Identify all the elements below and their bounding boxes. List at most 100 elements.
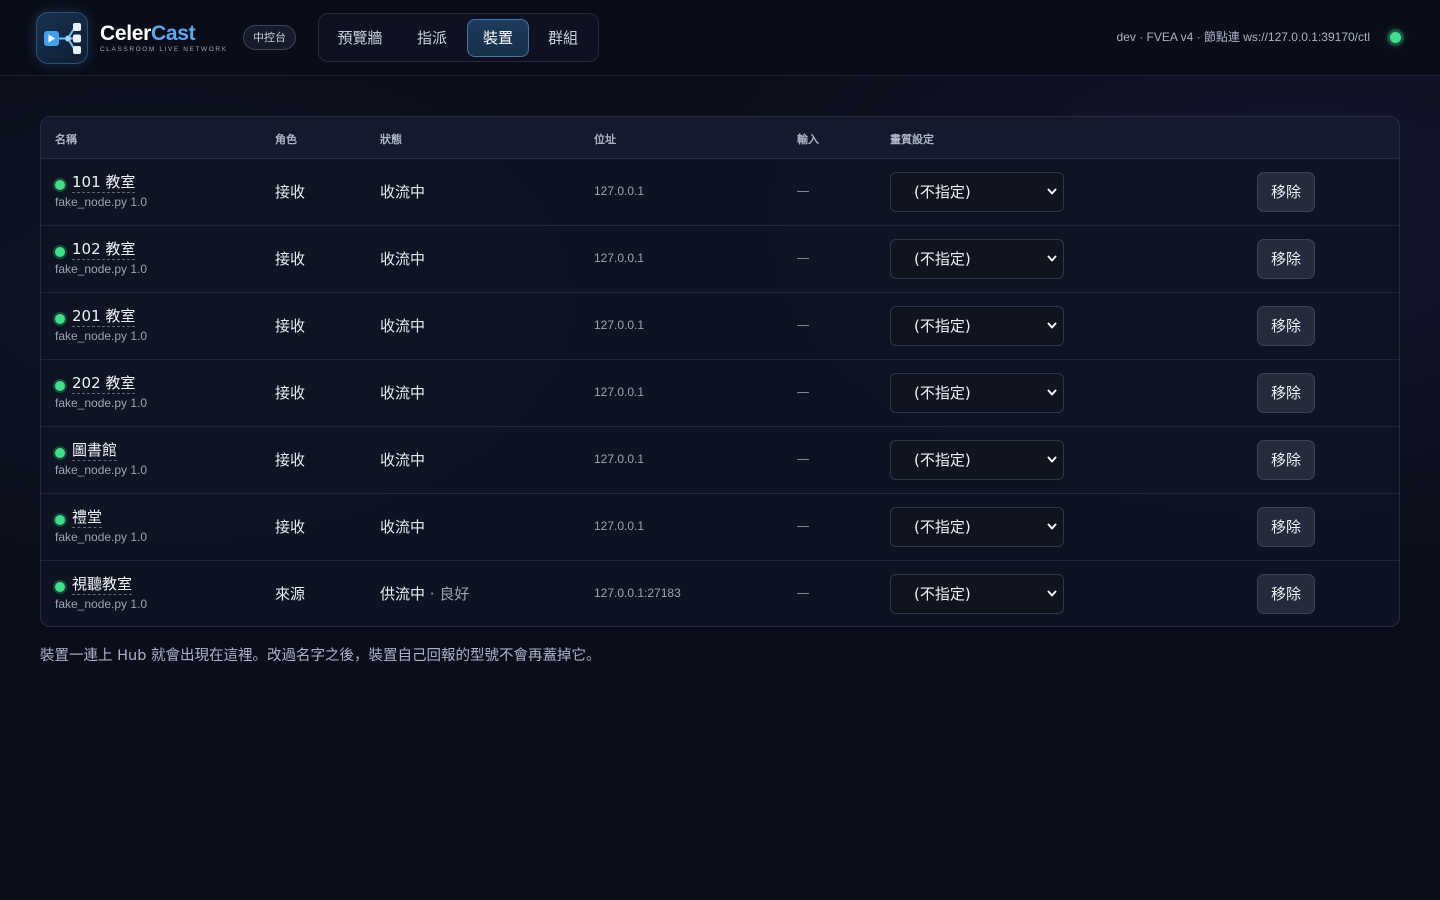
device-role: 來源: [275, 585, 306, 603]
chevron-down-icon: [1047, 374, 1057, 426]
device-status-text: 收流中: [380, 250, 426, 268]
device-name[interactable]: 圖書館: [72, 441, 118, 461]
remove-device-button[interactable]: 移除: [1257, 172, 1315, 212]
devices-table: 名稱 角色 狀態 位址 輸入 畫質設定 101 教室 fake_node.py 1…: [40, 116, 1400, 627]
device-status-text: 收流中: [380, 451, 426, 469]
remove-device-button[interactable]: 移除: [1257, 306, 1315, 346]
device-status: 收流中: [380, 182, 425, 202]
quality-select[interactable]: (不指定): [890, 239, 1064, 279]
quality-select[interactable]: (不指定): [890, 172, 1064, 212]
device-address: 127.0.0.1:27183: [594, 586, 681, 600]
device-input-empty: —: [797, 593, 809, 594]
remove-device-button[interactable]: 移除: [1257, 440, 1315, 480]
column-header-status: 狀態: [380, 133, 402, 146]
quality-select-value: (不指定): [914, 250, 971, 268]
online-status-dot: [55, 381, 65, 391]
brand-subtitle: CLASSROOM LIVE NETWORK: [100, 46, 228, 53]
device-name[interactable]: 202 教室: [72, 374, 136, 394]
device-model: fake_node.py 1.0: [55, 329, 148, 343]
console-badge: 中控台: [243, 25, 296, 50]
device-status: 收流中: [380, 517, 425, 537]
main-tabs: 預覽牆 指派 裝置 群組: [318, 13, 599, 62]
tab-assign[interactable]: 指派: [399, 19, 465, 57]
hub-status-indicator: [1390, 32, 1401, 43]
tab-groups[interactable]: 群組: [531, 19, 595, 57]
device-role: 接收: [275, 183, 306, 201]
table-row: 202 教室 fake_node.py 1.0 接收 收流中 127.0.0.1 — (不指…: [41, 360, 1399, 427]
device-address: 127.0.0.1: [594, 519, 645, 533]
brand-name: CelerCast: [100, 22, 228, 46]
quality-select[interactable]: (不指定): [890, 574, 1064, 614]
remove-device-button[interactable]: 移除: [1257, 574, 1315, 614]
device-name[interactable]: 101 教室: [72, 173, 136, 193]
table-header: 名稱 角色 狀態 位址 輸入 畫質設定: [41, 117, 1399, 159]
device-name[interactable]: 102 教室: [72, 240, 136, 260]
device-model: fake_node.py 1.0: [55, 530, 148, 544]
quality-select[interactable]: (不指定): [890, 440, 1064, 480]
brand-name-suffix: Cast: [151, 22, 196, 45]
device-status: 收流中: [380, 383, 425, 403]
device-status-text: 收流中: [380, 518, 426, 536]
app-logo[interactable]: [36, 12, 88, 64]
online-status-dot: [55, 582, 65, 592]
device-input-empty: —: [797, 325, 809, 326]
device-model: fake_node.py 1.0: [55, 597, 148, 611]
tab-preview-wall[interactable]: 預覽牆: [325, 19, 395, 57]
quality-select-value: (不指定): [914, 518, 971, 536]
column-header-name: 名稱: [55, 133, 77, 146]
online-status-dot: [55, 180, 65, 190]
hub-connection-info: dev · FVEA v4 · 節點連 ws://127.0.0.1:39170…: [1116, 30, 1370, 44]
device-name[interactable]: 201 教室: [72, 307, 136, 327]
device-status-extra: · 良好: [425, 585, 470, 603]
quality-select-value: (不指定): [914, 451, 971, 469]
broadcast-logo-icon: [44, 23, 81, 54]
device-address: 127.0.0.1: [594, 318, 645, 332]
table-row: 201 教室 fake_node.py 1.0 接收 收流中 127.0.0.1 — (不指…: [41, 293, 1399, 360]
chevron-down-icon: [1047, 441, 1057, 493]
remove-device-button[interactable]: 移除: [1257, 239, 1315, 279]
device-model: fake_node.py 1.0: [55, 463, 148, 477]
quality-select[interactable]: (不指定): [890, 306, 1064, 346]
column-header-input: 輸入: [797, 133, 819, 146]
quality-select[interactable]: (不指定): [890, 507, 1064, 547]
quality-select[interactable]: (不指定): [890, 373, 1064, 413]
device-name[interactable]: 視聽教室: [72, 575, 133, 595]
brand: CelerCast CLASSROOM LIVE NETWORK: [100, 22, 228, 53]
device-name[interactable]: 禮堂: [72, 508, 103, 528]
device-status-text: 收流中: [380, 317, 426, 335]
device-status: 收流中: [380, 450, 425, 470]
tab-devices[interactable]: 裝置: [467, 19, 529, 57]
column-header-quality: 畫質設定: [890, 133, 934, 146]
device-address: 127.0.0.1: [594, 385, 645, 399]
remove-device-button[interactable]: 移除: [1257, 373, 1315, 413]
device-input-empty: —: [797, 191, 809, 192]
device-model: fake_node.py 1.0: [55, 396, 148, 410]
device-role: 接收: [275, 384, 306, 402]
device-input-empty: —: [797, 526, 809, 527]
column-header-role: 角色: [275, 133, 297, 146]
device-role: 接收: [275, 317, 306, 335]
app-header: CelerCast CLASSROOM LIVE NETWORK 中控台 預覽牆…: [0, 0, 1440, 76]
chevron-down-icon: [1047, 508, 1057, 560]
table-row: 視聽教室 fake_node.py 1.0 來源 供流中 · 良好 127.0.0.1:…: [41, 561, 1399, 626]
device-input-empty: —: [797, 258, 809, 259]
table-row: 102 教室 fake_node.py 1.0 接收 收流中 127.0.0.1 — (不指…: [41, 226, 1399, 293]
quality-select-value: (不指定): [914, 317, 971, 335]
online-status-dot: [55, 247, 65, 257]
device-status-text: 供流中: [380, 585, 426, 603]
device-status: 收流中: [380, 249, 425, 269]
remove-device-button[interactable]: 移除: [1257, 507, 1315, 547]
footer-note: 裝置一連上 Hub 就會出現在這裡。改過名字之後，裝置自己回報的型號不會再蓋掉它…: [40, 648, 601, 664]
quality-select-value: (不指定): [914, 384, 971, 402]
chevron-down-icon: [1047, 240, 1057, 292]
online-status-dot: [55, 448, 65, 458]
device-role: 接收: [275, 250, 306, 268]
table-row: 101 教室 fake_node.py 1.0 接收 收流中 127.0.0.1 — (不指…: [41, 159, 1399, 226]
device-address: 127.0.0.1: [594, 452, 645, 466]
table-row: 禮堂 fake_node.py 1.0 接收 收流中 127.0.0.1 — (不指定) 移除: [41, 494, 1399, 561]
device-address: 127.0.0.1: [594, 184, 645, 198]
device-model: fake_node.py 1.0: [55, 262, 148, 276]
device-input-empty: —: [797, 392, 809, 393]
quality-select-value: (不指定): [914, 585, 971, 603]
chevron-down-icon: [1047, 307, 1057, 359]
